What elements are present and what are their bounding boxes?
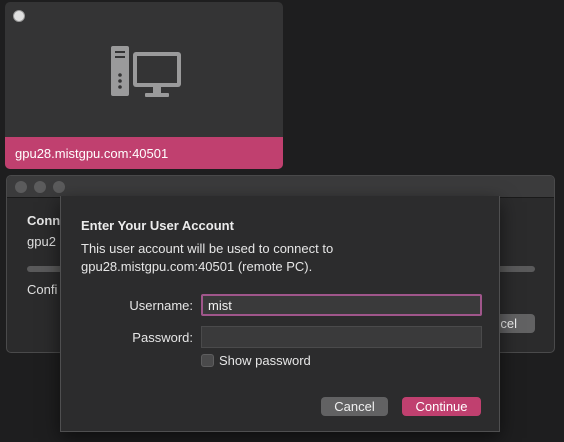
password-field[interactable] [201, 326, 482, 348]
selection-radio[interactable] [13, 10, 25, 22]
dialog-title: Enter Your User Account [81, 218, 234, 233]
minimize-window-button[interactable] [34, 180, 46, 193]
dialog-description-host: gpu28.mistgpu.com:40501 (remote PC). [81, 259, 313, 274]
continue-button[interactable]: Continue [402, 397, 481, 416]
dialog-description: This user account will be used to connec… [81, 241, 334, 256]
connection-status-text: Confi [27, 282, 58, 297]
show-password-checkbox[interactable] [201, 354, 214, 367]
cancel-button[interactable]: Cancel [321, 397, 388, 416]
username-label: Username: [129, 298, 193, 313]
connection-host-text: gpu2 [27, 234, 56, 249]
host-label: gpu28.mistgpu.com:40501 [5, 137, 283, 169]
zoom-window-button[interactable] [53, 180, 65, 193]
username-field[interactable] [201, 294, 482, 316]
connection-heading: Conn [27, 213, 61, 228]
show-password-label[interactable]: Show password [219, 353, 311, 368]
user-account-dialog: Enter Your User Account This user accoun… [60, 196, 500, 432]
pc-tile[interactable]: gpu28.mistgpu.com:40501 [5, 2, 283, 169]
close-window-button[interactable] [15, 180, 27, 193]
desktop-pc-icon [111, 46, 181, 97]
window-titlebar [7, 176, 554, 198]
password-label: Password: [132, 330, 193, 345]
